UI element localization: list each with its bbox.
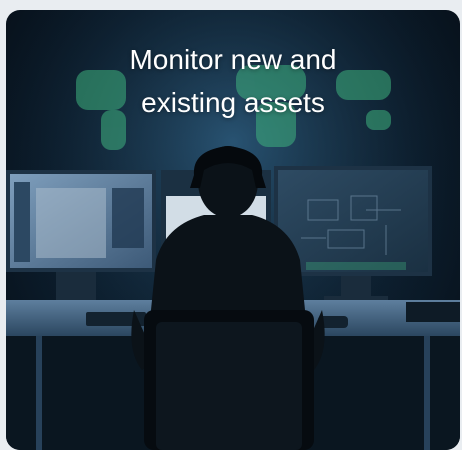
card-title-line-2: existing assets <box>141 87 325 118</box>
card-title: Monitor new and existing assets <box>6 38 460 124</box>
feature-card[interactable]: Monitor new and existing assets <box>6 10 460 450</box>
card-title-line-1: Monitor new and <box>129 44 337 75</box>
